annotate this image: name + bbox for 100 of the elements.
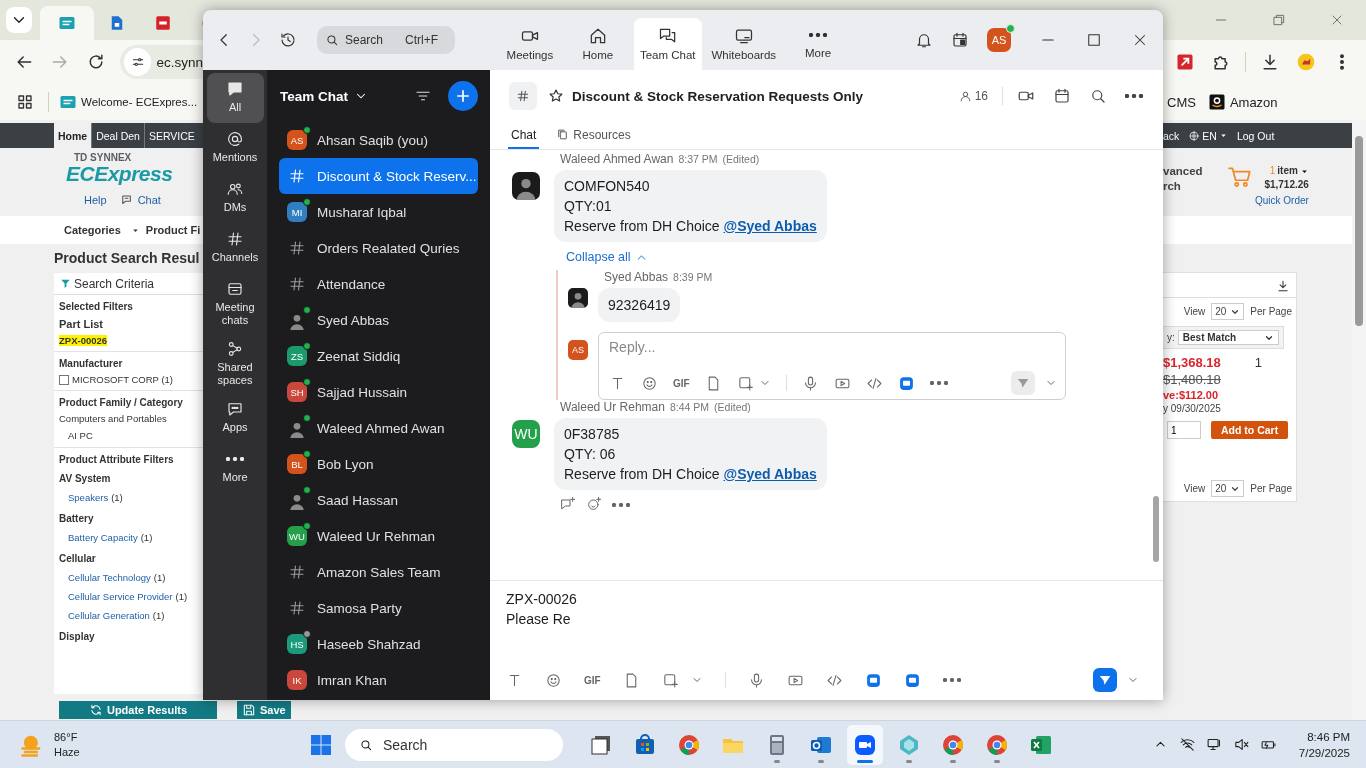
mention-link[interactable]: @Syed Abbas [723, 218, 817, 234]
date-text[interactable]: 7/29/2025 [1298, 744, 1350, 761]
chat-list-item[interactable]: IK Imran Khan [279, 662, 478, 698]
profile-icon[interactable] [1296, 52, 1316, 72]
bookmark[interactable]: Amazon [1203, 89, 1282, 115]
quick-order-link[interactable]: Quick Order [1255, 194, 1309, 208]
add-to-cart-button[interactable]: Add to Cart [1211, 421, 1289, 439]
category-link[interactable]: AI PC [54, 427, 203, 447]
time-text[interactable]: 8:46 PM [1298, 728, 1350, 745]
channel-tab[interactable]: Resources [553, 122, 634, 149]
chat-list-item[interactable]: Saad Hassan [279, 482, 478, 518]
chat-list-item[interactable]: Waleed Ahmed Awan [279, 410, 478, 446]
send-button[interactable] [1093, 668, 1117, 692]
extension-icon[interactable] [1175, 52, 1195, 72]
menu-link[interactable]: Product Fi [145, 224, 201, 236]
sidebar-item[interactable]: Apps [206, 393, 264, 443]
nav-tab[interactable]: Home [565, 18, 630, 70]
filter-link[interactable]: Cellular Service Provider [68, 591, 173, 602]
reply-icon[interactable] [560, 496, 576, 512]
filter-link[interactable]: Cellular Technology [68, 572, 151, 583]
categories-menu[interactable]: Categories [64, 224, 121, 236]
filter-link[interactable]: Speakers [68, 492, 109, 503]
search-input[interactable]: Search [383, 736, 503, 753]
download-icon[interactable] [1276, 279, 1290, 293]
help-link[interactable]: Help [84, 193, 107, 207]
new-chat-button[interactable] [448, 81, 478, 111]
page-size-select[interactable]: 20 [1211, 480, 1245, 497]
author-name[interactable]: Waleed Ahmed Awan [560, 152, 674, 166]
language-link[interactable]: EN [1202, 129, 1217, 142]
filter-link[interactable]: Cellular Generation [68, 610, 150, 621]
sidebar-item[interactable]: Meeting chats [206, 273, 264, 333]
filter-link[interactable]: Battery Capacity [68, 532, 138, 543]
taskbar-app[interactable] [847, 724, 883, 765]
scrollbar[interactable] [1352, 120, 1366, 720]
nav-tab[interactable]: Team Chat [633, 18, 702, 70]
star-icon[interactable] [547, 87, 565, 105]
app-icon[interactable] [864, 671, 882, 689]
tab-list-button[interactable] [6, 7, 32, 33]
bookmark[interactable]: CMS [1163, 90, 1200, 114]
search-bar[interactable]: Search [345, 728, 563, 761]
chat-list-item[interactable]: BL Bob Lyon [279, 446, 478, 482]
sidebar-item[interactable]: More [206, 443, 264, 493]
nav-link[interactable]: SERVICE [143, 123, 199, 148]
more-icon[interactable] [1125, 94, 1143, 98]
sidebar-item[interactable]: All [206, 73, 264, 123]
page-size-select[interactable]: 20 [1211, 303, 1245, 320]
chat-list-item[interactable]: WU Waleed Ur Rehman [279, 518, 478, 554]
chat-list-item[interactable]: AS Ahsan Saqib (you) [279, 122, 478, 158]
history-icon[interactable] [279, 31, 297, 49]
save-button[interactable]: Save [237, 701, 291, 719]
advanced-search-link[interactable]: vanced [1163, 164, 1227, 179]
mention-link[interactable]: @Syed Abbas [723, 466, 817, 482]
update-results-button[interactable]: Update Results [59, 701, 217, 719]
display-icon[interactable] [1205, 736, 1223, 753]
calendar-icon[interactable] [951, 31, 969, 49]
maximize-icon[interactable] [1085, 31, 1103, 49]
list-title[interactable]: Team Chat [280, 88, 348, 104]
chat-link[interactable]: Chat [137, 194, 161, 206]
search-bar[interactable]: Search Ctrl+F [317, 26, 455, 54]
url-text[interactable]: ec.synn [156, 54, 203, 70]
nav-link[interactable]: Log Out [1236, 123, 1284, 148]
gif-button[interactable]: GIF [673, 377, 690, 389]
nav-link[interactable]: Deal Den [91, 123, 144, 148]
calendar-icon[interactable] [1053, 87, 1071, 105]
members-button[interactable]: 16 [958, 89, 988, 103]
reaction-icon[interactable] [586, 496, 602, 512]
author-name[interactable]: Syed Abbas [604, 270, 669, 284]
chat-list-item[interactable]: Amazon Sales Team [279, 554, 478, 590]
scrollbar-thumb[interactable] [1153, 496, 1159, 562]
chat-list-item[interactable]: Discount & Stock Reserv... [279, 158, 478, 194]
sort-select[interactable]: Best Match [1177, 330, 1279, 345]
search-input[interactable]: Search [345, 33, 399, 47]
checkbox[interactable] [59, 374, 69, 385]
address-bar[interactable]: ec.synn [120, 45, 203, 79]
chat-list-item[interactable]: SH Sajjad Hussain [279, 374, 478, 410]
emoji-icon[interactable] [641, 374, 658, 392]
quantity-field[interactable]: 1 [1167, 421, 1201, 439]
sidebar-item[interactable]: Mentions [206, 123, 264, 173]
bell-icon[interactable] [915, 31, 933, 49]
screenshot-icon[interactable] [736, 374, 754, 392]
collapse-link[interactable]: Collapse all [566, 250, 648, 264]
chat-list-item[interactable]: Syed Abbas [279, 302, 478, 338]
restore-icon[interactable] [1271, 12, 1287, 28]
nav-tab[interactable]: Meetings [497, 18, 562, 70]
advanced-search-link[interactable]: rch [1163, 179, 1227, 194]
nav-link[interactable]: ack [1163, 123, 1189, 148]
nav-link[interactable]: Home [54, 123, 92, 148]
search-icon[interactable] [1089, 87, 1107, 105]
apps-icon[interactable] [16, 93, 34, 111]
cart-label[interactable]: item [1277, 164, 1298, 178]
more-icon[interactable] [942, 678, 961, 682]
emoji-icon[interactable] [545, 671, 562, 689]
start-icon[interactable] [309, 732, 333, 757]
chat-list-item[interactable]: Samosa Party [279, 590, 478, 626]
network-icon[interactable] [1178, 736, 1196, 753]
chat-list-item[interactable]: HS Haseeb Shahzad [279, 626, 478, 662]
app-icon[interactable] [903, 671, 921, 689]
bookmark[interactable]: Welcome- ECExpres... [55, 89, 202, 115]
chat-list-item[interactable]: MI Musharaf Iqbal [279, 194, 478, 230]
volume-icon[interactable] [1232, 736, 1250, 753]
